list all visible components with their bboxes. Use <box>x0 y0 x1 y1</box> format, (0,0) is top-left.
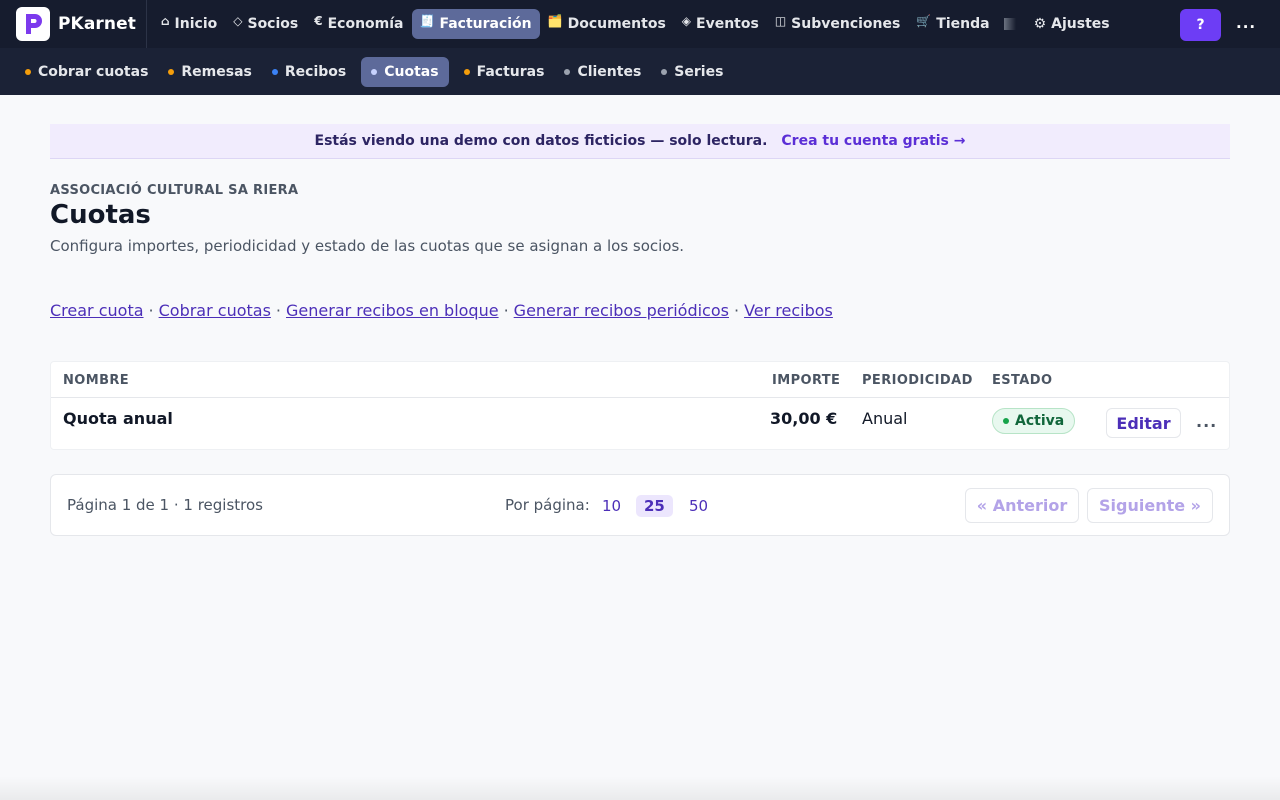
nav-item-eventos[interactable]: ◈ Eventos <box>674 9 767 39</box>
page-size-50[interactable]: 50 <box>681 495 716 517</box>
nav-item-label: Ajustes <box>1051 16 1110 32</box>
next-page-button[interactable]: Siguiente » <box>1087 488 1213 523</box>
page-title: Cuotas <box>50 200 151 230</box>
subnav-item-label: Facturas <box>476 63 545 80</box>
status-dot-icon <box>168 68 175 75</box>
logo-icon <box>16 7 50 41</box>
collect-fees-link[interactable]: Cobrar cuotas <box>159 301 271 320</box>
pagination-bar: Página 1 de 1 · 1 registros Por página: … <box>50 474 1230 536</box>
nav-item-label: Subvenciones <box>791 16 901 32</box>
row-more-menu-button[interactable]: ... <box>1196 412 1217 431</box>
column-header-amount: IMPORTE <box>772 373 841 388</box>
demo-banner: Estás viendo una demo con datos ficticio… <box>50 124 1230 159</box>
subnav-item-cuotas[interactable]: Cuotas <box>361 56 449 87</box>
home-icon: ⌂ <box>160 14 170 28</box>
nav-item-label: Eventos <box>696 16 759 32</box>
separator: · <box>275 301 282 320</box>
fee-amount: 30,00 € <box>770 409 838 428</box>
nav-item-documentos[interactable]: 🗂️ Documentos <box>540 9 674 39</box>
more-menu-button[interactable]: ... <box>1236 14 1256 32</box>
brand[interactable]: PKarnet <box>16 0 147 48</box>
nav-item-socios[interactable]: ◇ Socios <box>225 9 306 39</box>
previous-page-button[interactable]: « Anterior <box>965 488 1079 523</box>
page-subtitle: Configura importes, periodicidad y estad… <box>50 237 685 255</box>
status-dot-icon <box>463 68 470 75</box>
fees-table: NOMBRE IMPORTE PERIODICIDAD ESTADO Quota… <box>50 361 1230 450</box>
page-size-10[interactable]: 10 <box>594 495 629 517</box>
gear-icon: ⚙ <box>1033 16 1047 32</box>
column-header-period: PERIODICIDAD <box>862 373 973 388</box>
action-links: Crear cuota · Cobrar cuotas · Generar recibo… <box>50 301 833 320</box>
status-dot-icon <box>271 68 278 75</box>
subnav-item-recibos[interactable]: Recibos <box>267 57 351 87</box>
nav-item-label: Economía <box>327 16 404 32</box>
diamond-icon: ◇ <box>233 14 243 28</box>
bottom-shadow <box>0 776 1280 800</box>
separator: · <box>148 301 154 320</box>
pagination-info: Página 1 de 1 · 1 registros <box>67 496 263 514</box>
subnav-item-clientes[interactable]: Clientes <box>559 57 646 87</box>
separator: · <box>733 301 740 320</box>
periodic-receipts-link[interactable]: Generar recibos periódicos <box>514 301 729 320</box>
nav-item-tienda[interactable]: 🛒 Tienda <box>908 9 997 39</box>
status-badge: Activa <box>992 408 1076 434</box>
view-receipts-link[interactable]: Ver recibos <box>744 301 833 320</box>
column-header-name: NOMBRE <box>63 373 130 388</box>
nav-item-label: Facturación <box>439 16 532 32</box>
subnav-item-remesas[interactable]: Remesas <box>163 57 256 87</box>
sub-navbar: Cobrar cuotas Remesas Recibos Cuotas Fac… <box>0 48 1280 95</box>
demo-banner-text: Estás viendo una demo con datos ficticio… <box>314 133 768 149</box>
fee-name: Quota anual <box>63 409 173 428</box>
nav-item-label: Tienda <box>936 16 990 32</box>
events-icon: ◈ <box>681 14 692 28</box>
main-nav: ⌂ Inicio ◇ Socios € Economía 🧾 Facturaci… <box>153 0 1118 48</box>
help-button[interactable]: ? <box>1180 9 1221 41</box>
create-fee-link[interactable]: Crear cuota <box>50 301 144 320</box>
table-header-divider <box>51 397 1229 398</box>
euro-icon: € <box>314 14 323 28</box>
subnav-item-label: Series <box>674 63 724 80</box>
page-size-25[interactable]: 25 <box>636 495 673 517</box>
subnav-item-label: Clientes <box>577 63 642 80</box>
subnav-item-series[interactable]: Series <box>656 57 728 87</box>
nav-item-ajustes[interactable]: ⚙ Ajustes <box>1026 9 1118 39</box>
subnav-item-label: Remesas <box>181 63 252 80</box>
nav-overflow-fade <box>1003 18 1016 30</box>
status-dot-icon <box>1003 418 1009 424</box>
nav-item-facturacion[interactable]: 🧾 Facturación <box>411 9 540 39</box>
grants-icon: ◫ <box>774 14 787 28</box>
nav-item-label: Inicio <box>174 16 218 32</box>
nav-item-subvenciones[interactable]: ◫ Subvenciones <box>767 9 909 39</box>
status-dot-icon <box>564 68 571 75</box>
brand-name: PKarnet <box>58 14 136 34</box>
receipt-icon: 🧾 <box>419 14 435 28</box>
separator: · <box>503 301 509 320</box>
organization-name: ASSOCIACIÓ CULTURAL SA RIERA <box>50 183 299 198</box>
status-dot-icon <box>25 68 31 75</box>
subnav-item-label: Cuotas <box>384 63 439 80</box>
nav-item-inicio[interactable]: ⌂ Inicio <box>153 9 225 39</box>
status-dot-icon <box>371 68 378 75</box>
subnav-item-label: Recibos <box>284 63 347 80</box>
create-account-link[interactable]: Crea tu cuenta gratis → <box>781 133 965 149</box>
column-header-status: ESTADO <box>992 373 1053 388</box>
status-dot-icon <box>661 68 668 75</box>
subnav-item-cobrar-cuotas[interactable]: Cobrar cuotas <box>20 57 153 87</box>
fee-period: Anual <box>862 409 908 428</box>
subnav-item-facturas[interactable]: Facturas <box>459 57 550 87</box>
per-page-label: Por página: <box>505 496 590 514</box>
subnav-item-label: Cobrar cuotas <box>38 63 149 80</box>
status-label: Activa <box>1015 413 1065 429</box>
nav-item-economia[interactable]: € Economía <box>306 9 411 39</box>
folder-icon: 🗂️ <box>547 14 563 28</box>
nav-item-label: Socios <box>247 16 299 32</box>
bulk-receipts-link[interactable]: Generar recibos en bloque <box>286 301 499 320</box>
nav-item-label: Documentos <box>567 16 666 32</box>
edit-button[interactable]: Editar <box>1106 408 1181 438</box>
cart-icon: 🛒 <box>916 14 932 28</box>
top-navbar: PKarnet ⌂ Inicio ◇ Socios € Economía 🧾 F… <box>0 0 1280 48</box>
